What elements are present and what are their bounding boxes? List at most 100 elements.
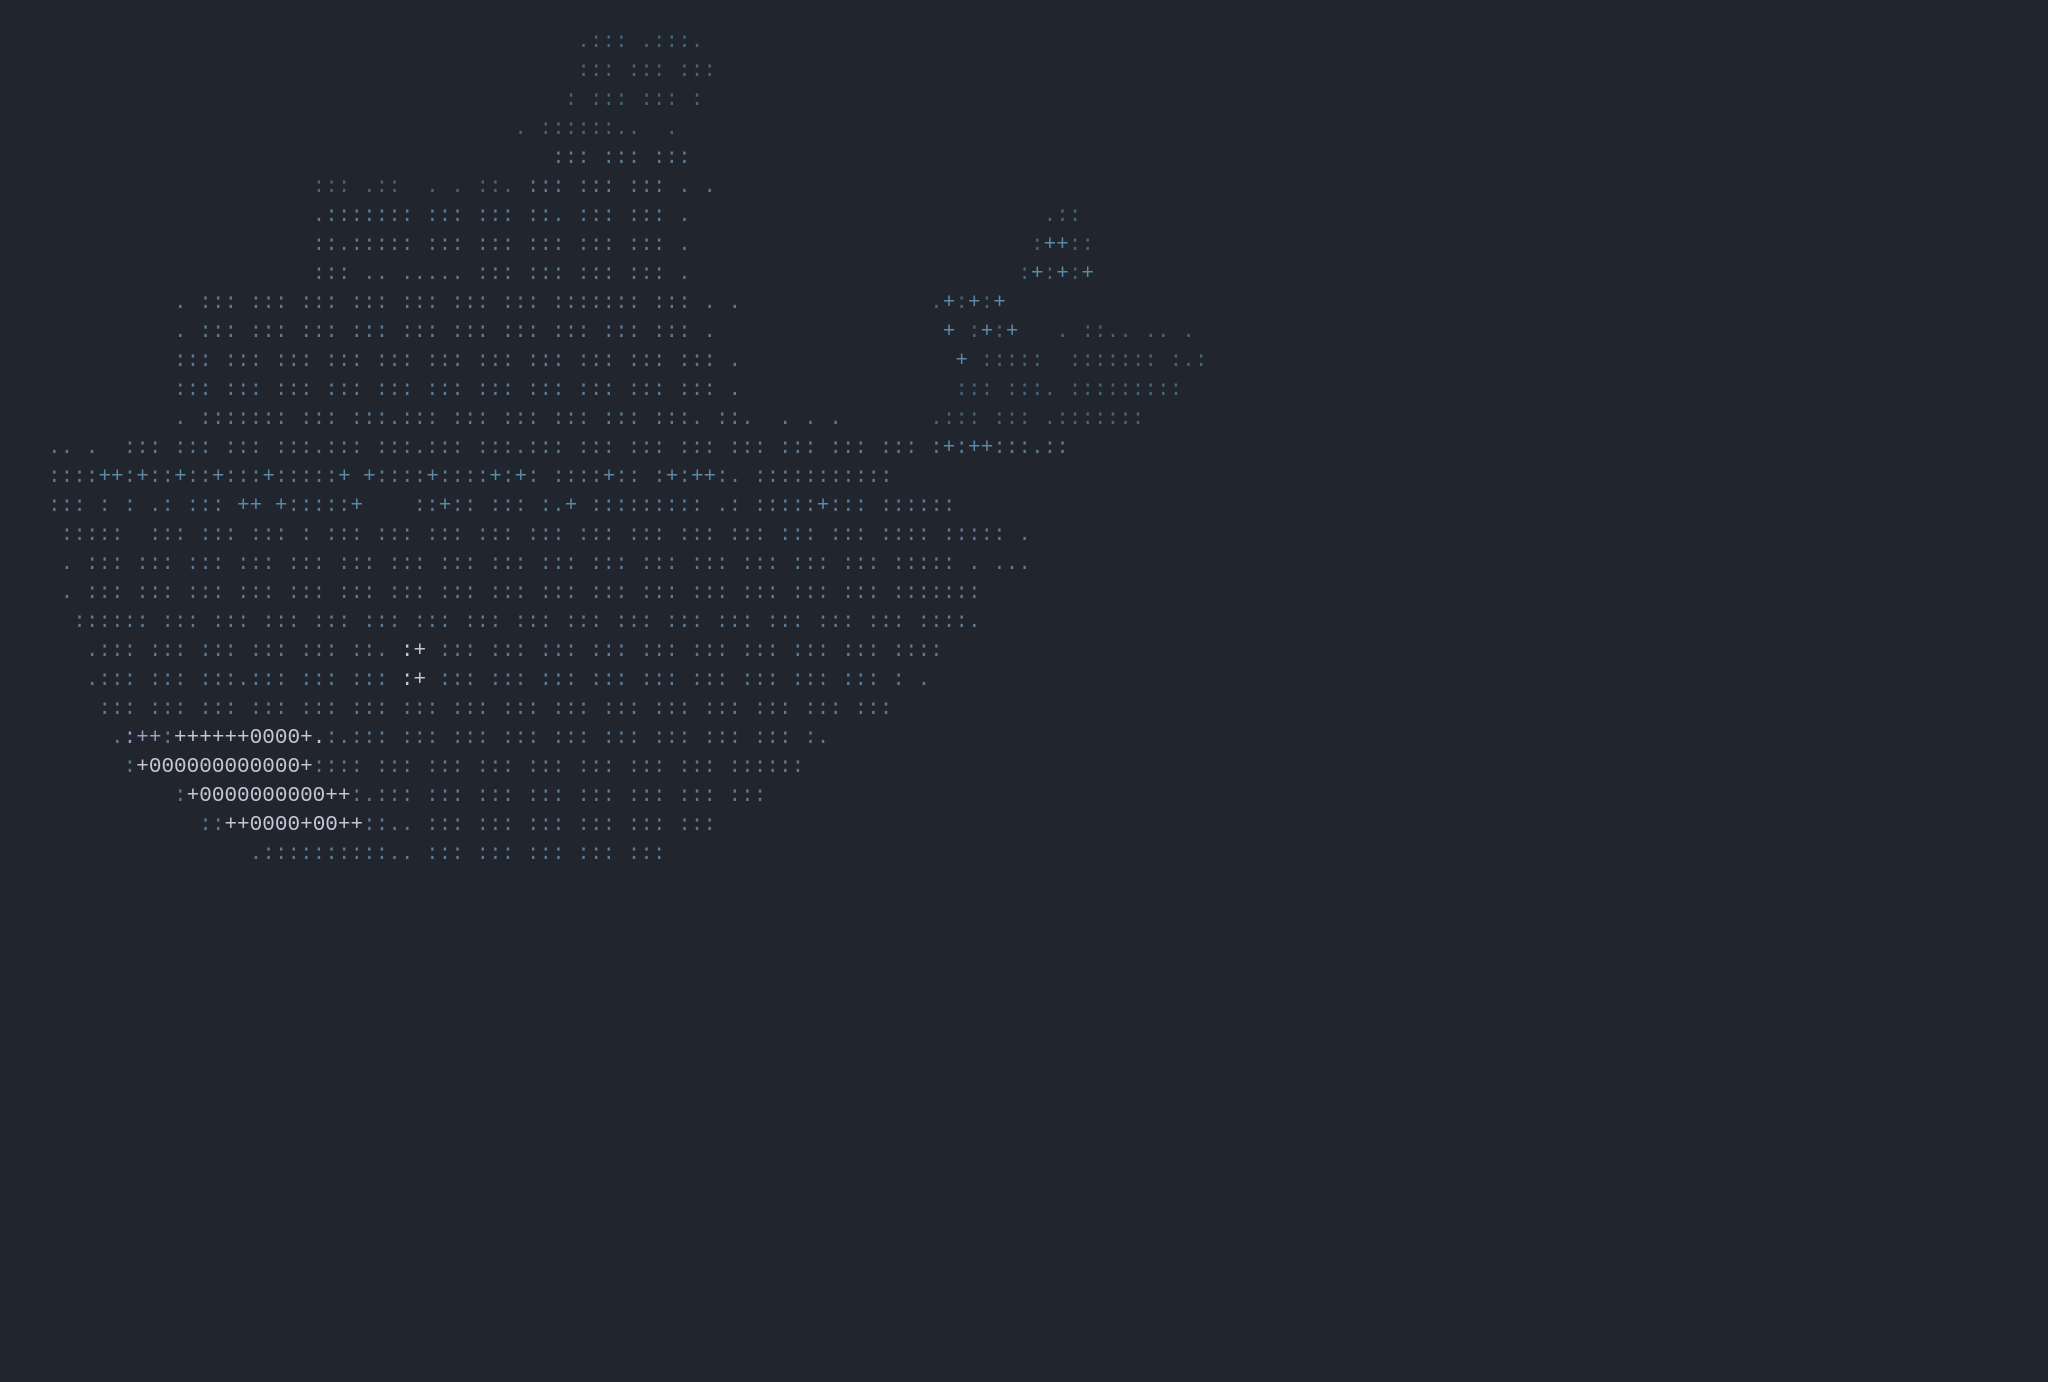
ascii-run: +: [136, 466, 149, 489]
ascii-run: +: [943, 321, 968, 344]
ascii-run: ::: [149, 466, 174, 489]
ascii-run: +: [300, 814, 313, 837]
ascii-run: :.::: ::: ::: ::: ::: ::: ::: ::: ::: :.: [325, 727, 829, 750]
ascii-run: +: [666, 466, 679, 489]
ascii-run: +: [817, 495, 830, 518]
ascii-run: :: [981, 292, 994, 315]
ascii-run: :. :::::::::::: [716, 466, 892, 489]
ascii-run: ::::: [376, 466, 426, 489]
ascii-run: :: [993, 321, 1006, 344]
ascii-run: ++: [338, 814, 363, 837]
ascii-run: :: [124, 466, 137, 489]
ascii-run: +: [489, 466, 502, 489]
ascii-run: ::: ::: :::: [577, 60, 716, 83]
ascii-run: ::.::::: ::: ::: ::: ::: ::: .: [313, 234, 691, 257]
ascii-run: .::: .:::.: [577, 31, 703, 54]
ascii-run: ::::: ::::::: :.:: [981, 350, 1208, 373]
ascii-run: :: [678, 466, 691, 489]
ascii-run: +: [174, 466, 187, 489]
ascii-run: +: [262, 466, 275, 489]
ascii-run: :: [502, 466, 515, 489]
ascii-run: +: [338, 466, 351, 489]
ascii-run: :::: [225, 466, 263, 489]
ascii-run: ::: : : .: :::: [48, 495, 224, 518]
ascii-run: . ::: ::: ::: ::: ::: ::: ::: ::::::: ::…: [174, 292, 741, 315]
ascii-run: . ::.. .. .: [1031, 321, 1195, 344]
ascii-run: +: [981, 321, 994, 344]
ascii-run: ::: :::. :::::::::: [741, 379, 1182, 402]
ascii-run: :++: [124, 727, 162, 750]
ascii-run: +: [212, 466, 225, 489]
ascii-run: ::: [363, 495, 439, 518]
ascii-run: [716, 321, 943, 344]
ascii-run: ++: [98, 466, 123, 489]
ascii-run: ::::: ::: ::: ::: : ::: ::: ::: ::: ::: …: [61, 524, 1031, 547]
ascii-run: ::: ::: ::: ::: ::: ::: ::: ::: ::: ::: …: [174, 350, 741, 373]
ascii-run: .::::::::::.. ::: ::: ::: ::: :::: [250, 843, 666, 866]
ascii-run: :::::: [275, 466, 338, 489]
ascii-run: ++: [968, 437, 993, 460]
ascii-run: :: [955, 292, 968, 315]
ascii-run: :: :: [615, 466, 665, 489]
ascii-run: +: [300, 756, 313, 779]
ascii-run: :+: [401, 640, 439, 663]
ascii-run: +: [565, 495, 578, 518]
ascii-run: ::.. ::: ::: ::: ::: ::: :::: [363, 814, 716, 837]
ascii-run: +: [514, 466, 527, 489]
ascii-run: :: ::: :.: [451, 495, 564, 518]
ascii-run: :: [691, 234, 1044, 257]
ascii-run: ::: .:: . . ::.: [313, 176, 515, 199]
ascii-run: :: [161, 727, 174, 750]
ascii-run: :: [691, 263, 1031, 286]
ascii-run: ::::: [439, 466, 489, 489]
ascii-run: :::.::: [993, 437, 1069, 460]
ascii-run: ++: [325, 785, 350, 808]
ascii-run: +: [350, 495, 363, 518]
ascii-run: +.: [300, 727, 325, 750]
ascii-run: +: [993, 292, 1006, 315]
ascii-run: ++: [1044, 234, 1069, 257]
ascii-run: : ::: ::: :: [565, 89, 704, 112]
ascii-run: :: [955, 437, 968, 460]
ascii-run: +: [943, 292, 956, 315]
ascii-run: . ::::::.. .: [514, 118, 678, 141]
ascii-run: ::: ::: ::: ::: ::: ::: ::: ::: ::: : .: [439, 669, 930, 692]
ascii-run: :::::: [287, 495, 350, 518]
ascii-run: +: [1031, 263, 1044, 286]
ascii-run: +: [603, 466, 616, 489]
ascii-run: ::: ::::::: [829, 495, 955, 518]
ascii-run: 0000: [250, 814, 300, 837]
ascii-run: .::: ::: :::.::: ::: :::: [86, 669, 401, 692]
ascii-run: :+: [401, 669, 439, 692]
ascii-run: :: [1069, 263, 1082, 286]
ascii-run: .::::::: ::: ::: ::. ::: ::: .: [313, 205, 691, 228]
ascii-run: .. . ::: ::: ::: :::.::: :::.::: :::.:::…: [48, 437, 943, 460]
ascii-run: 0000000000: [199, 785, 325, 808]
ascii-run: .::: ::: .:::::::: [842, 408, 1144, 431]
ascii-run: +: [955, 350, 980, 373]
ascii-run: ::: .. ..... ::: ::: ::: ::: .: [313, 263, 691, 286]
ascii-run: :: [1044, 263, 1057, 286]
ascii-run: :::: ::: ::: ::: ::: ::: ::: ::: ::::::: [313, 756, 804, 779]
ascii-run: +: [136, 756, 149, 779]
ascii-run: ::: ::: :::: [552, 147, 691, 170]
ascii-run: +: [1006, 321, 1031, 344]
ascii-run: :.::: ::: ::: ::: ::: ::: ::: :::: [351, 785, 767, 808]
docker-whale-ascii-art: .::: .:::. ::: ::: ::: : ::: ::: : . :::…: [0, 0, 1207, 869]
ascii-run: :: [174, 785, 187, 808]
ascii-run: ::: [187, 466, 212, 489]
ascii-run: ++++++: [174, 727, 250, 750]
ascii-run: .::: [691, 205, 1082, 228]
ascii-run: :: [968, 321, 981, 344]
ascii-run: ::::: [48, 466, 98, 489]
ascii-run: ::: ::: ::: ::: ::: ::: ::: ::: ::: ::::: [439, 640, 943, 663]
ascii-run: ::::::::: .: :::::: [577, 495, 816, 518]
ascii-run: +: [426, 466, 439, 489]
ascii-run: +: [363, 466, 376, 489]
ascii-run: +: [1056, 263, 1069, 286]
ascii-run: ::: ::: ::: . .: [514, 176, 716, 199]
ascii-run: ++: [224, 814, 249, 837]
ascii-run: ::: [1069, 234, 1094, 257]
ascii-run: ++ +: [224, 495, 287, 518]
ascii-run: [351, 466, 364, 489]
